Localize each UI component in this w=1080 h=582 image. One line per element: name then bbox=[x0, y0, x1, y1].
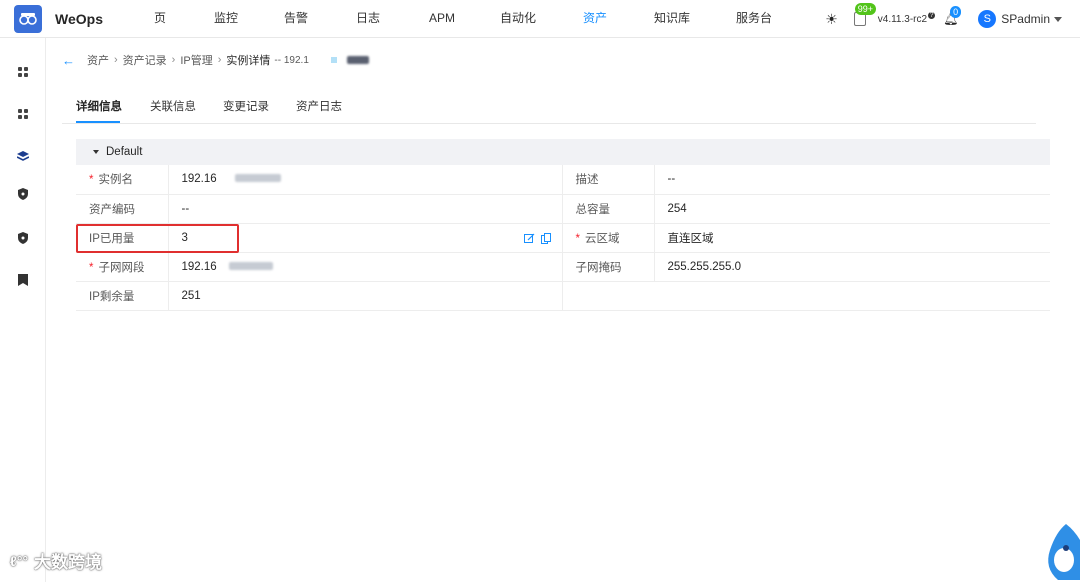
watermark: ℓ°° 大数跨境 bbox=[10, 548, 102, 573]
version-info-icon[interactable]: ? bbox=[928, 11, 936, 19]
breadcrumb-instance-ip: -- 192.1 bbox=[274, 54, 309, 66]
attr-label: 描述 bbox=[562, 165, 655, 195]
shield-icon[interactable] bbox=[17, 232, 29, 244]
nav-item-service-desk[interactable]: 服务台 bbox=[732, 0, 776, 38]
attr-value: 直连区域 bbox=[654, 223, 1050, 253]
group-header-toggle[interactable]: Default bbox=[76, 139, 1050, 165]
attr-value-text: 192.16 bbox=[181, 173, 217, 186]
nav-item-assets[interactable]: 资产 bbox=[578, 0, 612, 38]
user-name[interactable]: SPadmin bbox=[1001, 12, 1050, 26]
top-nav-bar: WeOps 页 监控 告警 日志 APM 自动化 资产 知识库 服务台 ☀ 99… bbox=[0, 0, 1080, 38]
version-label: v4.11.3-rc2 bbox=[877, 13, 928, 25]
group-title: Default bbox=[106, 146, 143, 158]
attr-value: 192.16 bbox=[168, 252, 563, 282]
watermark-logo-icon: ℓ°° bbox=[10, 552, 29, 569]
layers-icon[interactable] bbox=[17, 150, 29, 162]
breadcrumb: ← 资产 › 资产记录 › IP管理 › 实例详情 -- 192.1 bbox=[62, 52, 369, 68]
sidebar bbox=[0, 38, 46, 582]
edit-icon[interactable] bbox=[523, 233, 535, 244]
shield-icon[interactable] bbox=[17, 188, 29, 200]
attr-label-text: 实例名 bbox=[98, 174, 133, 187]
mascot-icon[interactable] bbox=[1036, 520, 1080, 582]
breadcrumb-asset-records[interactable]: 资产记录 bbox=[123, 52, 167, 68]
active-tab-indicator bbox=[76, 121, 120, 123]
breadcrumb-assets[interactable]: 资产 bbox=[87, 52, 109, 68]
redacted-ip-block bbox=[346, 56, 369, 64]
table-row: IP剩余量 251 bbox=[76, 281, 1050, 311]
required-mark: * bbox=[89, 174, 94, 187]
nav-item-log[interactable]: 日志 bbox=[350, 0, 386, 38]
attr-value: 255.255.255.0 bbox=[654, 252, 1050, 282]
attr-value: 192.16 bbox=[168, 165, 563, 195]
chevron-down-icon[interactable] bbox=[1054, 16, 1062, 22]
nav-item-knowledge[interactable]: 知识库 bbox=[650, 0, 694, 38]
required-mark: * bbox=[575, 232, 580, 245]
attr-label-text: 云区域 bbox=[584, 232, 620, 245]
avatar[interactable]: S bbox=[978, 10, 997, 28]
grid-icon[interactable] bbox=[17, 66, 29, 78]
table-row: 资产编码 -- 总容量 254 bbox=[76, 194, 1050, 224]
redacted-ip-block bbox=[228, 261, 273, 270]
main-panel: ← 资产 › 资产记录 › IP管理 › 实例详情 -- 192.1 详细信息 … bbox=[46, 38, 1080, 582]
weops-logo-icon[interactable] bbox=[14, 4, 42, 33]
attr-label: * 实例名 bbox=[76, 165, 169, 195]
attr-value: 254 bbox=[654, 194, 1050, 224]
breadcrumb-ip-management[interactable]: IP管理 bbox=[180, 52, 212, 68]
theme-sun-icon[interactable]: ☀ bbox=[825, 11, 838, 28]
highlight-box bbox=[76, 224, 239, 253]
bell-icon[interactable]: 🔔︎ 0 bbox=[943, 6, 962, 26]
main-nav: 页 监控 告警 日志 APM 自动化 资产 知识库 服务台 bbox=[142, 0, 772, 38]
tab-relations[interactable]: 关联信息 bbox=[150, 98, 196, 114]
breadcrumb-separator: › bbox=[171, 54, 176, 66]
grid-icon[interactable] bbox=[17, 108, 29, 120]
nav-item-automation[interactable]: 自动化 bbox=[498, 0, 538, 38]
attr-label: 资产编码 bbox=[76, 194, 169, 224]
redacted-ip-block bbox=[234, 174, 281, 183]
nav-item-apm[interactable]: APM bbox=[424, 0, 460, 38]
attr-label: * 子网网段 bbox=[76, 252, 169, 282]
attr-label: * 云区域 bbox=[562, 223, 655, 253]
attr-value: -- bbox=[654, 165, 1050, 195]
notice-icon[interactable]: 99+ bbox=[853, 3, 877, 26]
breadcrumb-current: 实例详情 bbox=[226, 55, 271, 67]
watermark-text: 大数跨境 bbox=[34, 553, 103, 572]
detail-tabs: 详细信息 关联信息 变更记录 资产日志 bbox=[62, 94, 1036, 124]
nav-item-monitor[interactable]: 监控 bbox=[206, 0, 246, 38]
tab-asset-logs[interactable]: 资产日志 bbox=[296, 98, 342, 114]
tab-change-records[interactable]: 变更记录 bbox=[223, 98, 269, 114]
redacted-ip-block bbox=[330, 57, 337, 63]
attr-label-text: 子网网段 bbox=[98, 261, 145, 274]
attr-label: IP剩余量 bbox=[76, 281, 169, 311]
table-row: * 子网网段 192.16 子网掩码 255.255.255.0 bbox=[76, 252, 1050, 282]
breadcrumb-separator: › bbox=[217, 54, 222, 66]
caret-down-icon bbox=[93, 150, 99, 154]
attr-value: 251 bbox=[168, 281, 563, 311]
attr-label: 子网掩码 bbox=[562, 252, 655, 282]
back-arrow-icon[interactable]: ← bbox=[62, 53, 75, 68]
attr-label: 总容量 bbox=[562, 194, 655, 224]
copy-icon[interactable] bbox=[540, 232, 552, 244]
bell-badge: 0 bbox=[950, 6, 962, 18]
nav-item-home[interactable]: 页 bbox=[142, 0, 178, 38]
app-name: WeOps bbox=[55, 10, 103, 27]
notice-badge: 99+ bbox=[854, 3, 877, 15]
required-mark: * bbox=[89, 261, 94, 274]
top-right-tools: ☀ 99+ v4.11.3-rc2 ? 🔔︎ 0 S SPadmin bbox=[825, 0, 1062, 38]
nav-item-alert[interactable]: 告警 bbox=[278, 0, 314, 38]
attr-value: -- bbox=[168, 194, 563, 224]
attr-value-text: 192.16 bbox=[181, 260, 217, 273]
table-row: * 实例名 192.16 描述 -- bbox=[76, 165, 1050, 195]
breadcrumb-separator: › bbox=[114, 54, 118, 66]
empty-cell bbox=[562, 281, 1050, 311]
bookmark-icon[interactable] bbox=[17, 274, 29, 286]
tab-details[interactable]: 详细信息 bbox=[76, 98, 122, 114]
row-actions bbox=[523, 232, 552, 244]
